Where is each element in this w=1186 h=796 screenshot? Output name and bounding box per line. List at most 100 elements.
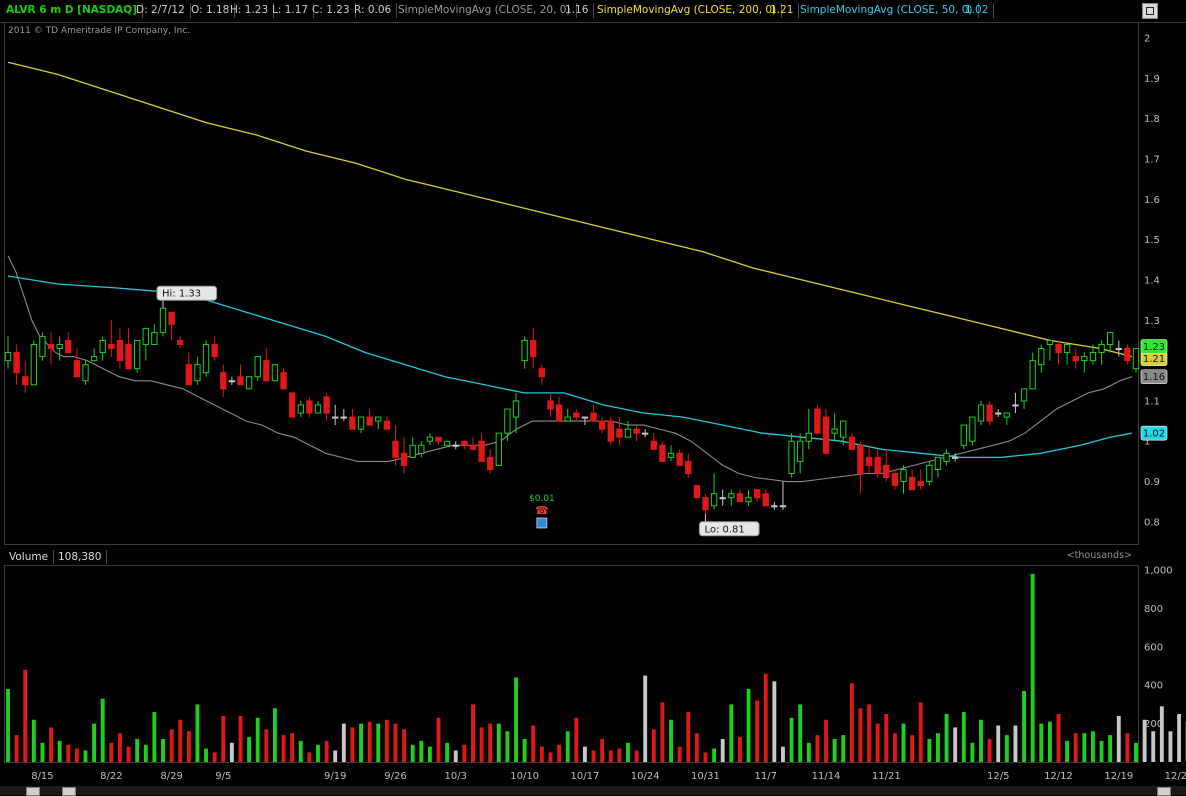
volume-bar <box>867 704 871 762</box>
volume-bar <box>747 689 751 762</box>
candle-body <box>117 340 122 360</box>
volume-bar <box>970 743 974 762</box>
volume-bar <box>307 752 311 762</box>
candle-body <box>14 353 19 373</box>
candle-body <box>513 401 518 417</box>
volume-bar <box>402 729 406 762</box>
price-tick-label: 1.4 <box>1144 275 1160 286</box>
volume-bar <box>1160 706 1164 762</box>
volume-bar <box>170 729 174 762</box>
event-label: $0.01 <box>529 494 555 504</box>
candle-body <box>384 421 389 429</box>
date-tick-label: 11/21 <box>872 771 901 782</box>
candle-body <box>574 413 579 417</box>
volume-bar <box>626 743 630 762</box>
price-tick-label: 1.8 <box>1144 114 1160 125</box>
volume-bar <box>411 745 415 762</box>
volume-bar <box>738 737 742 762</box>
candle-body <box>143 328 148 344</box>
volume-bar <box>893 733 897 762</box>
volume-bar <box>488 724 492 762</box>
dividend-icon[interactable] <box>537 518 547 528</box>
candle-body <box>505 409 510 433</box>
candle-body <box>1099 344 1104 352</box>
date-axis: 8/158/228/299/59/199/2610/310/1010/1710/… <box>31 771 1186 782</box>
candle-body <box>333 417 338 418</box>
candle-body <box>272 365 277 381</box>
volume-bar <box>1065 741 1069 762</box>
volume-bar <box>557 745 561 762</box>
candle-body <box>57 344 62 348</box>
candle-body <box>1082 357 1087 361</box>
volume-bar <box>273 708 277 762</box>
volume-bar <box>394 724 398 762</box>
volume-bar <box>454 750 458 762</box>
candle-body <box>927 465 932 481</box>
volume-bar <box>58 741 62 762</box>
horizontal-scrollbar[interactable] <box>0 786 1186 795</box>
close-last-label: 1.23 <box>1143 342 1165 353</box>
date-tick-label: 9/5 <box>215 771 231 782</box>
candle-body <box>892 473 897 485</box>
candle-body <box>1125 349 1130 361</box>
volume-bar <box>1074 733 1078 762</box>
volume-bar <box>652 729 656 762</box>
candle-body <box>1047 340 1052 344</box>
high-callout: Hi: 1.33 <box>162 289 201 300</box>
volume-axis: 2004006008001,000 <box>1144 566 1173 731</box>
candle-body <box>909 478 914 490</box>
candle-body <box>376 417 381 421</box>
candle-body <box>1116 349 1121 350</box>
date-tick-label: 8/22 <box>100 771 122 782</box>
volume-bar <box>902 724 906 762</box>
phone-icon[interactable]: ☎ <box>535 504 549 517</box>
volume-bar <box>101 699 105 762</box>
date-tick-label: 10/10 <box>510 771 539 782</box>
price-tick-label: 0.8 <box>1144 517 1160 528</box>
volume-bar <box>1143 720 1147 762</box>
sma200-line <box>8 62 1132 356</box>
volume-value: 108,380 <box>53 550 107 564</box>
volume-bar <box>221 716 225 762</box>
candle-body <box>1030 361 1035 389</box>
candle-body <box>643 433 648 434</box>
volume-bar <box>152 712 156 762</box>
date-tick-label: 8/15 <box>31 771 53 782</box>
volume-bar <box>127 747 131 762</box>
candle-body <box>668 453 673 457</box>
volume-bar <box>566 731 570 762</box>
price-tick-label: 1.9 <box>1144 74 1160 85</box>
volume-bar <box>437 718 441 762</box>
price-tick-label: 1.7 <box>1144 155 1160 166</box>
candle-body <box>488 457 493 469</box>
candle-body <box>66 340 71 352</box>
volume-bar <box>841 735 845 762</box>
volume-bar <box>850 683 854 762</box>
volume-bar <box>1048 722 1052 762</box>
candle-body <box>953 457 958 458</box>
volume-bar <box>988 739 992 762</box>
candle-body <box>522 340 527 360</box>
candle-body <box>109 344 114 348</box>
candle-body <box>539 369 544 377</box>
volume-bar <box>772 681 776 762</box>
candle-body <box>996 413 1001 414</box>
candle-body <box>565 417 570 421</box>
volume-bar <box>480 727 484 762</box>
volume-bar <box>247 737 251 762</box>
candle-body <box>884 465 889 477</box>
candle-body <box>703 498 708 510</box>
candle-body <box>1133 349 1138 369</box>
volume-bar <box>376 724 380 762</box>
candle-body <box>961 425 966 445</box>
candle-body <box>255 357 260 377</box>
volume-bar <box>1117 716 1121 762</box>
price-tick-label: 1.5 <box>1144 235 1160 246</box>
volume-bar <box>23 670 27 762</box>
volume-bar <box>764 674 768 762</box>
candle-body <box>358 417 363 429</box>
candle-body <box>1056 344 1061 352</box>
volume-tick-label: 800 <box>1144 604 1163 615</box>
price-axis: 0.80.911.11.21.31.41.51.61.71.81.92 <box>1144 34 1160 529</box>
candle-body <box>987 405 992 421</box>
